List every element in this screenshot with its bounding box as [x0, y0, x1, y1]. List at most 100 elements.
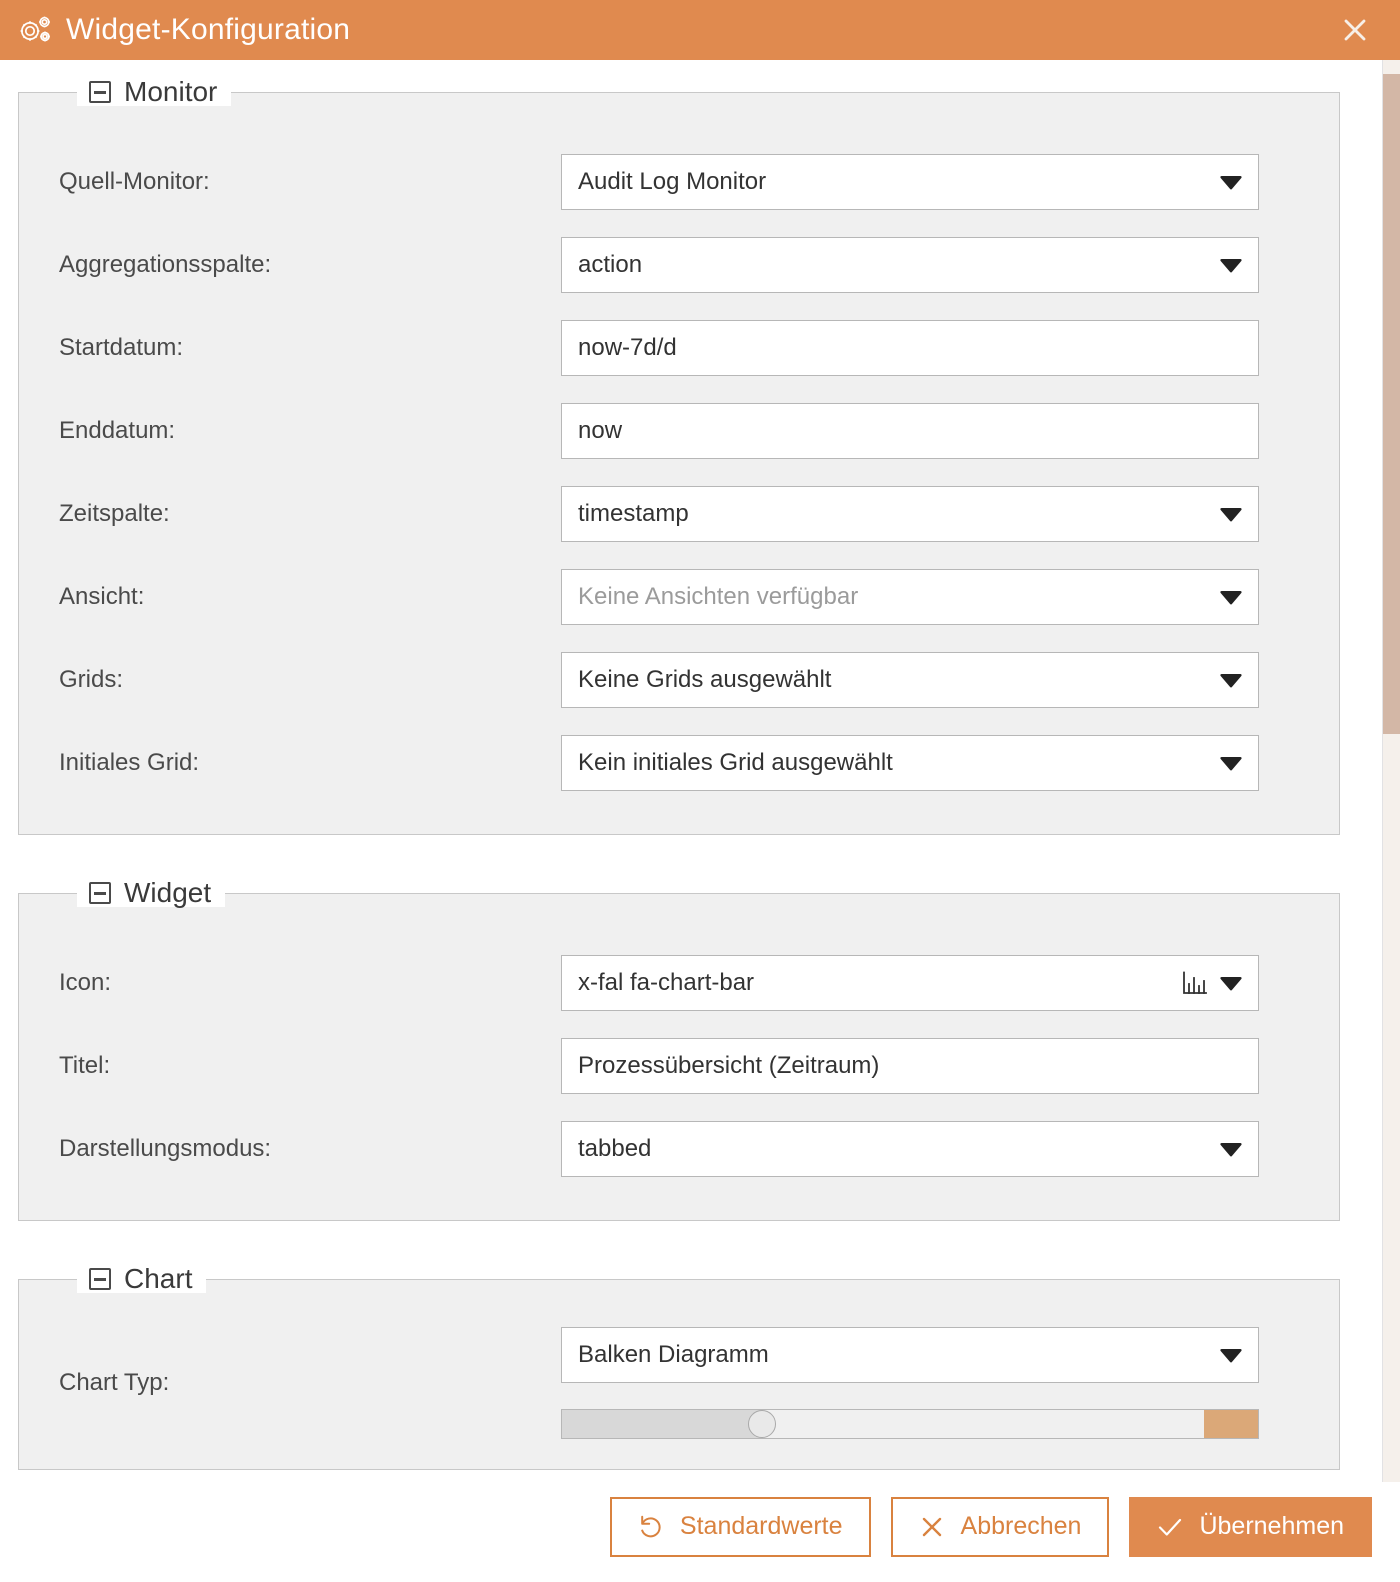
field-value: x-fal fa-chart-bar [578, 969, 1170, 997]
chart-bar-icon [1182, 970, 1208, 996]
field-value: action [578, 251, 1208, 279]
vertical-scrollbar[interactable] [1382, 60, 1400, 1482]
field-wrapper: tabbed [561, 1121, 1259, 1177]
button-label: Standardwerte [680, 1512, 843, 1541]
form-row: Darstellungsmodus: tabbed [41, 1107, 1317, 1190]
field-wrapper: Prozessübersicht (Zeitraum) [561, 1038, 1259, 1094]
field-label: Quell-Monitor: [41, 168, 561, 196]
section-legend-chart: Chart [77, 1265, 206, 1293]
field-label: Aggregationsspalte: [41, 251, 561, 279]
select-dropdown[interactable]: timestamp [561, 486, 1259, 542]
titlebar-left: Widget-Konfiguration [18, 13, 350, 47]
chevron-down-icon[interactable] [1220, 503, 1242, 525]
field-value: tabbed [578, 1135, 1208, 1163]
range-slider-partial[interactable] [561, 1409, 1259, 1439]
form-row: Icon: x-fal fa-chart-bar [41, 941, 1317, 1024]
section-legend-monitor: Monitor [77, 78, 231, 106]
field-value: Prozessübersicht (Zeitraum) [578, 1052, 1242, 1080]
form-row: Aggregationsspalte: action [41, 223, 1317, 306]
chevron-down-icon[interactable] [1220, 254, 1242, 276]
section-chart: Chart Chart Typ: Balken Diagramm [18, 1265, 1340, 1470]
abbrechen-button[interactable]: Abbrechen [891, 1497, 1110, 1557]
-bernehmen-button[interactable]: Übernehmen [1129, 1497, 1372, 1557]
field-wrapper: action [561, 237, 1259, 293]
form-row: Quell-Monitor: Audit Log Monitor [41, 140, 1317, 223]
section-title: Widget [124, 879, 211, 907]
field-label: Ansicht: [41, 583, 561, 611]
section-title: Chart [124, 1265, 192, 1293]
close-icon [919, 1514, 945, 1540]
field-wrapper: Kein initiales Grid ausgewählt [561, 735, 1259, 791]
dialog-title: Widget-Konfiguration [66, 13, 350, 47]
field-value: timestamp [578, 500, 1208, 528]
chevron-down-icon[interactable] [1220, 669, 1242, 691]
widget-configuration-dialog: Widget-Konfiguration Monitor Quell-Monito… [0, 0, 1400, 1582]
form-row: Titel: Prozessübersicht (Zeitraum) [41, 1024, 1317, 1107]
field-wrapper: x-fal fa-chart-bar [561, 955, 1259, 1011]
dialog-content: Monitor Quell-Monitor: Audit Log Monitor A… [0, 60, 1358, 1470]
close-icon[interactable] [1338, 13, 1372, 47]
section-widget: Widget Icon: x-fal fa-chart-bar Titel: Proz… [18, 879, 1340, 1221]
minus-square-icon[interactable] [89, 1268, 111, 1290]
select-dropdown[interactable]: Kein initiales Grid ausgewählt [561, 735, 1259, 791]
chevron-down-icon[interactable] [1220, 1138, 1242, 1160]
standardwerte-button[interactable]: Standardwerte [610, 1497, 871, 1557]
chevron-down-icon[interactable] [1220, 1344, 1242, 1366]
form-row: Chart Typ: Balken Diagramm [41, 1327, 1317, 1439]
undo-icon [638, 1514, 664, 1540]
slider-handle[interactable] [748, 1410, 776, 1438]
form-row: Ansicht: Keine Ansichten verfügbar [41, 555, 1317, 638]
field-value: Keine Grids ausgewählt [578, 666, 1208, 694]
field-value: Balken Diagramm [578, 1341, 1208, 1369]
select-dropdown[interactable]: Audit Log Monitor [561, 154, 1259, 210]
minus-square-icon[interactable] [89, 882, 111, 904]
select-dropdown[interactable]: tabbed [561, 1121, 1259, 1177]
field-label: Icon: [41, 969, 561, 997]
field-wrapper: Keine Ansichten verfügbar [561, 569, 1259, 625]
field-wrapper: Keine Grids ausgewählt [561, 652, 1259, 708]
check-icon [1157, 1514, 1183, 1540]
section-title: Monitor [124, 78, 217, 106]
dialog-scroll-area: Monitor Quell-Monitor: Audit Log Monitor A… [0, 60, 1400, 1482]
field-label: Grids: [41, 666, 561, 694]
chevron-down-icon[interactable] [1220, 171, 1242, 193]
select-dropdown[interactable]: Keine Ansichten verfügbar [561, 569, 1259, 625]
section-monitor: Monitor Quell-Monitor: Audit Log Monitor A… [18, 78, 1340, 835]
field-value: Kein initiales Grid ausgewählt [578, 749, 1208, 777]
chevron-down-icon[interactable] [1220, 586, 1242, 608]
dialog-titlebar: Widget-Konfiguration [0, 0, 1400, 60]
field-label: Initiales Grid: [41, 749, 561, 777]
text-input[interactable]: Prozessübersicht (Zeitraum) [561, 1038, 1259, 1094]
field-value: now-7d/d [578, 334, 1242, 362]
text-input[interactable]: now [561, 403, 1259, 459]
field-label: Titel: [41, 1052, 561, 1080]
button-label: Abbrechen [961, 1512, 1082, 1541]
section-legend-widget: Widget [77, 879, 225, 907]
field-wrapper: timestamp [561, 486, 1259, 542]
select-dropdown[interactable]: x-fal fa-chart-bar [561, 955, 1259, 1011]
minus-square-icon[interactable] [89, 81, 111, 103]
button-label: Übernehmen [1199, 1512, 1344, 1541]
text-input[interactable]: now-7d/d [561, 320, 1259, 376]
form-row: Zeitspalte: timestamp [41, 472, 1317, 555]
field-label: Enddatum: [41, 417, 561, 445]
chevron-down-icon[interactable] [1220, 972, 1242, 994]
field-value: now [578, 417, 1242, 445]
form-row: Enddatum: now [41, 389, 1317, 472]
field-label: Chart Typ: [41, 1369, 561, 1397]
field-wrapper: Audit Log Monitor [561, 154, 1259, 210]
field-value: Audit Log Monitor [578, 168, 1208, 196]
dialog-footer: Standardwerte Abbrechen Übernehmen [0, 1482, 1400, 1582]
slider-fill [562, 1410, 762, 1438]
scrollbar-thumb[interactable] [1383, 74, 1400, 734]
form-row: Initiales Grid: Kein initiales Grid ausge… [41, 721, 1317, 804]
placeholder-text: Keine Ansichten verfügbar [578, 583, 1208, 611]
field-label: Zeitspalte: [41, 500, 561, 528]
chevron-down-icon[interactable] [1220, 752, 1242, 774]
select-dropdown[interactable]: action [561, 237, 1259, 293]
form-row: Grids: Keine Grids ausgewählt [41, 638, 1317, 721]
field-wrapper: now-7d/d [561, 320, 1259, 376]
select-dropdown[interactable]: Keine Grids ausgewählt [561, 652, 1259, 708]
field-label: Darstellungsmodus: [41, 1135, 561, 1163]
select-dropdown[interactable]: Balken Diagramm [561, 1327, 1259, 1383]
